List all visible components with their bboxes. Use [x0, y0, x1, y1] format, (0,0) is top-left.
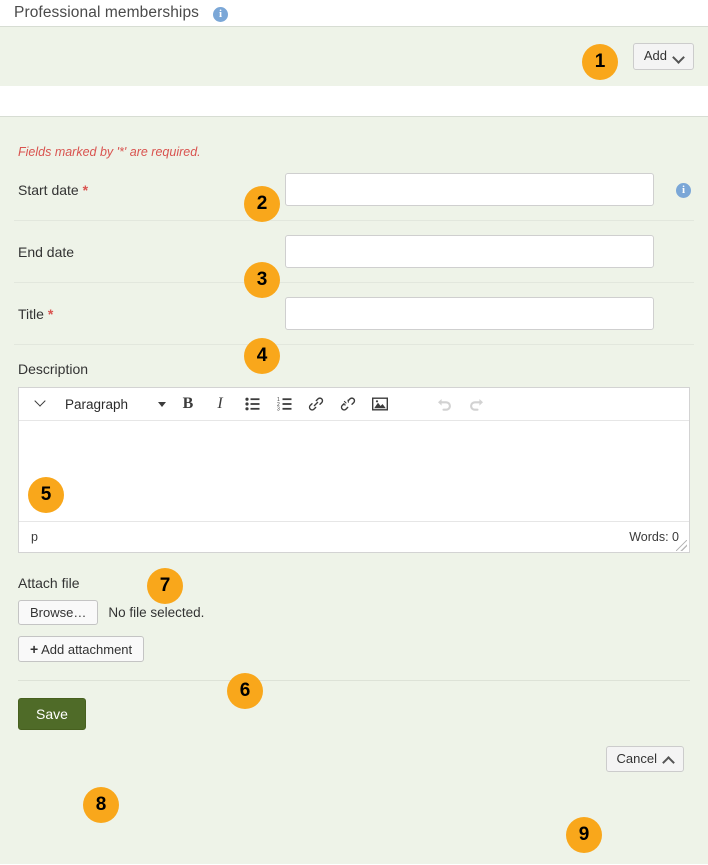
description-textarea[interactable] [19, 421, 689, 521]
chevron-down-icon[interactable] [25, 390, 57, 418]
plus-icon: + [30, 641, 39, 657]
form-panel: Fields marked by '*' are required. Start… [0, 116, 708, 864]
page-header: Professional memberships i [0, 0, 708, 26]
form-row-title: Title * [14, 283, 694, 345]
page-title: Professional memberships [14, 4, 200, 21]
save-button[interactable]: Save [18, 698, 86, 730]
bullet-list-icon [244, 397, 259, 411]
editor-element-path: p [31, 530, 38, 544]
file-picker-row: Browse… No file selected. [18, 600, 690, 625]
start-date-label: Start date * [14, 182, 285, 198]
start-date-input[interactable] [285, 173, 654, 206]
page-root: Professional memberships i Add Fields ma… [0, 0, 708, 865]
callout-badge-1: 1 [582, 44, 618, 80]
chevron-up-icon [664, 755, 673, 764]
editor-status-bar: p Words: 0 [19, 521, 689, 552]
add-attachment-button[interactable]: + Add attachment [18, 636, 145, 662]
add-attachment-row: + Add attachment [18, 636, 690, 662]
attach-file-label: Attach file [18, 575, 80, 591]
add-attachment-label: Add attachment [41, 642, 133, 657]
cancel-button[interactable]: Cancel [605, 746, 684, 773]
callout-badge-6: 6 [227, 673, 263, 709]
end-date-label: End date [14, 244, 285, 260]
callout-badge-9: 9 [566, 817, 602, 853]
bold-button[interactable]: B [172, 390, 204, 418]
title-required-marker: * [47, 305, 54, 322]
undo-button[interactable] [428, 390, 460, 418]
callout-badge-5: 5 [28, 477, 64, 513]
add-button-label: Add [643, 48, 667, 64]
image-button[interactable] [364, 390, 396, 418]
callout-badge-8: 8 [83, 787, 119, 823]
rich-text-editor: Paragraph B I 1 2 3 p Words: 0 [18, 387, 690, 553]
bold-icon: B [182, 395, 194, 412]
format-select[interactable]: Paragraph [57, 390, 172, 418]
end-date-input[interactable] [285, 235, 654, 268]
callout-badge-7: 7 [147, 568, 183, 604]
title-label-text: Title [18, 305, 44, 322]
title-control [285, 297, 694, 330]
file-status-text: No file selected. [108, 605, 205, 620]
resize-grip-icon[interactable] [676, 540, 687, 551]
undo-icon [437, 398, 451, 411]
description-label: Description [18, 361, 89, 377]
panel-gap [0, 86, 708, 116]
start-date-label-text: Start date [18, 181, 79, 198]
unlink-icon [340, 397, 356, 411]
callout-badge-2: 2 [244, 186, 280, 222]
title-input[interactable] [285, 297, 654, 330]
link-icon [308, 397, 324, 411]
numbered-list-icon: 1 2 3 [277, 397, 291, 411]
browse-button[interactable]: Browse… [18, 600, 99, 625]
cancel-button-label: Cancel [616, 751, 657, 766]
redo-icon [469, 398, 483, 411]
bullet-list-button[interactable] [236, 390, 268, 418]
callout-badge-3: 3 [244, 262, 280, 298]
start-date-control: i [285, 173, 694, 206]
svg-text:3: 3 [277, 407, 280, 411]
title-label: Title * [14, 306, 285, 322]
start-date-required-marker: * [82, 181, 89, 198]
unlink-button[interactable] [332, 390, 364, 418]
link-button[interactable] [300, 390, 332, 418]
triangle-down-icon [158, 401, 166, 407]
format-select-label: Paragraph [65, 396, 129, 412]
italic-button[interactable]: I [204, 390, 236, 418]
info-icon[interactable]: i [213, 6, 229, 22]
cancel-row: Cancel [14, 730, 694, 773]
save-row: Save [14, 681, 694, 730]
editor-word-count: Words: 0 [629, 530, 679, 544]
form-row-start-date: Start date * i [14, 159, 694, 221]
start-date-info-icon[interactable]: i [676, 183, 691, 198]
required-fields-note: Fields marked by '*' are required. [18, 145, 201, 159]
description-block: Description Paragraph B I 1 2 3 p Words:… [14, 345, 694, 553]
form-row-end-date: End date [14, 221, 694, 283]
attach-file-block: Attach file Browse… No file selected. + … [14, 553, 694, 662]
chevron-down-icon [674, 52, 683, 61]
end-date-control [285, 235, 694, 268]
numbered-list-button[interactable]: 1 2 3 [268, 390, 300, 418]
add-button[interactable]: Add [632, 43, 694, 70]
editor-toolbar: Paragraph B I 1 2 3 [19, 388, 689, 421]
callout-badge-4: 4 [244, 338, 280, 374]
image-icon [372, 397, 388, 411]
end-date-label-text: End date [18, 243, 75, 260]
redo-button[interactable] [460, 390, 492, 418]
italic-icon: I [217, 395, 223, 412]
